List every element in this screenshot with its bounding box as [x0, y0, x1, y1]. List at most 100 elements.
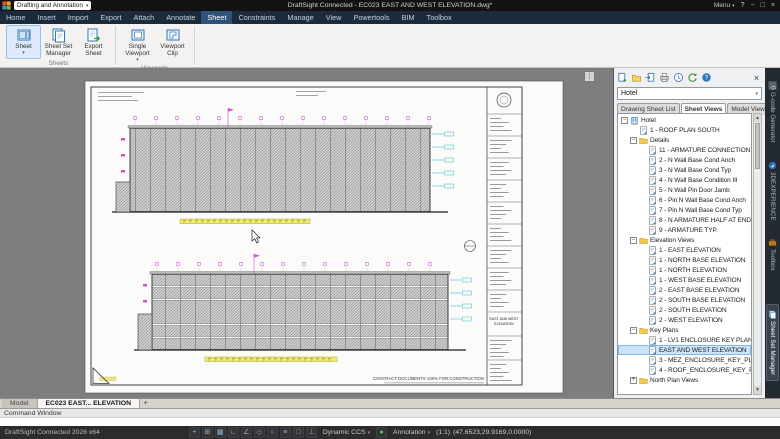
maximize-icon[interactable]: □ [761, 1, 765, 10]
single-viewport-button[interactable]: Single Viewport [120, 25, 155, 64]
tree-item-7-pin-n-wall-base-cond-typ[interactable]: 7 - Pin N Wall Base Cond Typ [618, 205, 751, 215]
tree-item-1-east-elevation[interactable]: 1 - EAST ELEVATION [618, 245, 751, 255]
ribbon-tab-home[interactable]: Home [0, 11, 31, 24]
tree-item-4-n-wall-base-condition-iii[interactable]: 4 - N Wall Base Condition III [618, 175, 751, 185]
dynamic-ccs-button[interactable]: Dynamic CCS [320, 429, 373, 436]
tree-indent[interactable] [639, 247, 646, 254]
dynamic-input-icon[interactable]: ⊥ [306, 427, 317, 438]
tree-indent[interactable] [639, 277, 646, 284]
collapse-icon[interactable]: − [630, 237, 637, 244]
tree-indent[interactable] [639, 317, 646, 324]
tree-indent[interactable] [639, 227, 646, 234]
ribbon-tab-manage[interactable]: Manage [281, 11, 319, 24]
tree-item-5-n-wall-pin-door-jamb[interactable]: 5 - N Wall Pin Door Jamb [618, 185, 751, 195]
ribbon-tab-toolbox[interactable]: Toolbox [421, 11, 458, 24]
tree-indent[interactable] [639, 157, 646, 164]
viewport-clip-button[interactable]: Viewport Clip [155, 25, 190, 64]
print-style-icon[interactable]: □ [293, 427, 304, 438]
add-sheet-button[interactable]: + [140, 399, 151, 408]
tree-item-2-south-base-elevation[interactable]: 2 - SOUTH BASE ELEVATION [618, 295, 751, 305]
side-tab-sheet-set-manager[interactable]: Sheet Set Manager [766, 304, 779, 381]
scrollbar-thumb[interactable] [755, 123, 760, 169]
tree-indent[interactable] [639, 267, 646, 274]
ortho-icon[interactable]: ∟ [228, 427, 239, 438]
close-icon[interactable]: × [771, 1, 775, 10]
lineweight-icon[interactable]: ≡ [280, 427, 291, 438]
ribbon-tab-annotate[interactable]: Annotate [160, 11, 201, 24]
tree-item-6-pin-n-wall-base-cond-anch[interactable]: 6 - Pin N Wall Base Cond Anch [618, 195, 751, 205]
tree-item-2-n-wall-base-cond-anch[interactable]: 2 - N Wall Base Cond Anch [618, 155, 751, 165]
ribbon-tab-import[interactable]: Import [62, 11, 95, 24]
sheet-set-selector[interactable]: Hotel [617, 87, 762, 100]
tree-item-elevation-views[interactable]: −Elevation Views [618, 235, 751, 245]
tree-indent[interactable] [639, 307, 646, 314]
scroll-down-icon[interactable] [754, 386, 761, 394]
tree-item-8-n-armature-half-at-end-typ[interactable]: 8 - N ARMATURE HALF AT END TYP [618, 215, 751, 225]
open-sheet-set-icon[interactable] [630, 71, 643, 84]
tree-indent[interactable] [639, 367, 646, 374]
tab-model[interactable]: Model [2, 399, 38, 408]
tree-item-9-armature-typ[interactable]: 9 - ARMATURE TYP. [618, 225, 751, 235]
tree-indent[interactable] [639, 337, 646, 344]
help-icon[interactable]: ? [700, 71, 713, 84]
collapse-icon[interactable]: − [630, 327, 637, 334]
tree-indent[interactable] [639, 357, 646, 364]
annotation-scale-button[interactable]: Annotation [390, 429, 433, 436]
tree-indent[interactable] [639, 207, 646, 214]
tree-item-3-mez-enclosure-key-plan[interactable]: 3 - MEZ_ENCLOSURE_KEY_PLAN [618, 355, 751, 365]
export-sheet-button[interactable]: Export Sheet [76, 25, 111, 59]
menu-button[interactable]: Menu [714, 2, 735, 9]
collapse-icon[interactable]: − [621, 117, 628, 124]
minimize-icon[interactable]: − [751, 1, 755, 10]
tree-indent[interactable] [639, 197, 646, 204]
tree-item-4-roof-enclosure-key-plan[interactable]: 4 - ROOF_ENCLOSURE_KEY_PLAN [618, 365, 751, 375]
workspace-selector[interactable]: Drafting and Annotation [14, 1, 91, 10]
sheet-set-manager-button[interactable]: Sheet Set Manager [41, 25, 76, 59]
tree-indent[interactable] [630, 127, 637, 134]
expand-icon[interactable]: + [630, 377, 637, 384]
grid-icon[interactable]: ▦ [215, 427, 226, 438]
tree-indent[interactable] [639, 217, 646, 224]
side-tab-3dexperience[interactable]: 3DEXPERIENCE [766, 155, 779, 227]
drawing-canvas[interactable]: CONTRACT DOCUMENTS 100% FOR CONSTRUCTION… [0, 68, 613, 398]
tree-item-2-east-base-elevation[interactable]: 2 - EAST BASE ELEVATION [618, 285, 751, 295]
tree-item-1-north-base-elevation[interactable]: 1 - NORTH BASE ELEVATION [618, 255, 751, 265]
connection-status-icon[interactable]: ● [376, 427, 387, 438]
command-input[interactable] [0, 418, 780, 426]
tree-indent[interactable] [639, 167, 646, 174]
import-sheet-icon[interactable] [644, 71, 657, 84]
tree-item-1-roof-plan-south[interactable]: 1 - ROOF PLAN SOUTH [618, 125, 751, 135]
tree-item-east-and-west-elevation[interactable]: EAST AND WEST ELEVATION [618, 345, 751, 355]
tab-layout-active[interactable]: EC023 EAST... ELEVATION [38, 399, 141, 408]
sheet-button[interactable]: Sheet [6, 25, 41, 59]
ribbon-tab-sheet[interactable]: Sheet [201, 11, 232, 24]
tree-indent[interactable] [639, 287, 646, 294]
tree-item-details[interactable]: −Details [618, 135, 751, 145]
ribbon-tab-view[interactable]: View [320, 11, 348, 24]
tree-indent[interactable] [639, 187, 646, 194]
tree-indent[interactable] [639, 177, 646, 184]
ribbon-tab-bim[interactable]: BIM [396, 11, 421, 24]
ribbon-tab-constraints[interactable]: Constraints [232, 11, 281, 24]
refresh-icon[interactable] [686, 71, 699, 84]
tree-item-1-west-base-elevation[interactable]: 1 - WEST BASE ELEVATION [618, 275, 751, 285]
tree-item-2-west-elevation[interactable]: 2 - WEST ELEVATION [618, 315, 751, 325]
tree-item-1-lv1-enclosure-key-plan[interactable]: 1 - LV1 ENCLOSURE KEY PLAN [618, 335, 751, 345]
snap-icon[interactable]: ⊞ [202, 427, 213, 438]
ribbon-tab-insert[interactable]: Insert [31, 11, 61, 24]
esnap-icon[interactable]: ◇ [254, 427, 265, 438]
panel-collapse-icon[interactable]: ⋮ [584, 71, 595, 82]
tree-item-11-armature-connection-to-column[interactable]: 11 - ARMATURE CONNECTION TO COLUMN [618, 145, 751, 155]
tree-item-1-north-elevation[interactable]: 1 - NORTH ELEVATION [618, 265, 751, 275]
new-sheet-set-icon[interactable] [616, 71, 629, 84]
collapse-icon[interactable]: − [630, 137, 637, 144]
tree-item-hotel[interactable]: −Hotel [618, 115, 751, 125]
ribbon-tab-attach[interactable]: Attach [128, 11, 161, 24]
side-tab-toolbox[interactable]: Toolbox [766, 232, 779, 277]
tree-indent[interactable] [639, 257, 646, 264]
tree-indent[interactable] [639, 297, 646, 304]
tree-item-3-n-wall-base-cond-typ[interactable]: 3 - N Wall Base Cond Typ [618, 165, 751, 175]
tree-item-2-south-elevation[interactable]: 2 - SOUTH ELEVATION [618, 305, 751, 315]
close-icon[interactable]: × [750, 71, 763, 84]
etrack-icon[interactable]: ○ [267, 427, 278, 438]
